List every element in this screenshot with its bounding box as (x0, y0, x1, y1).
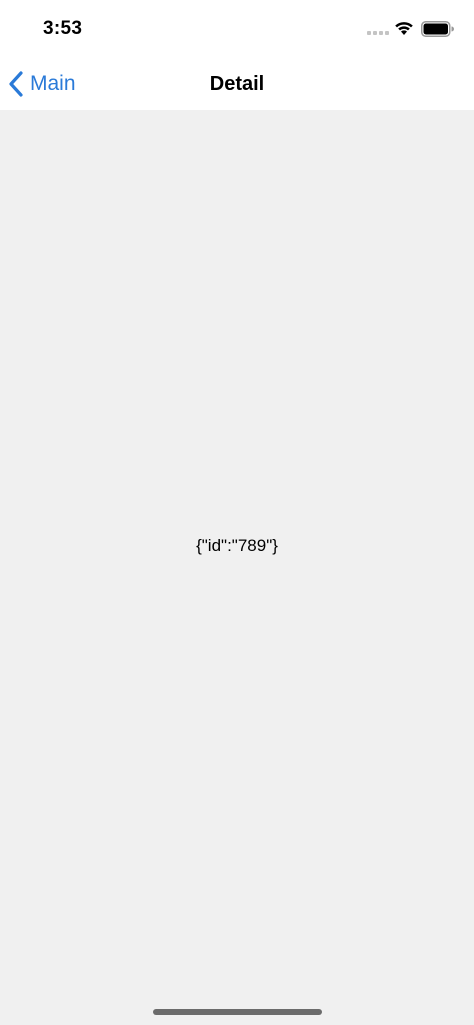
signal-icon (367, 31, 389, 35)
chevron-left-icon (9, 71, 23, 97)
navigation-bar: Detail Main (0, 58, 474, 110)
back-button[interactable]: Main (8, 68, 76, 100)
back-button-label: Main (30, 72, 76, 95)
detail-content: {"id":"789"} (0, 110, 474, 1025)
json-text: {"id":"789"} (196, 536, 278, 555)
status-bar: 3:53 (0, 0, 474, 58)
status-time: 3:53 (43, 18, 83, 39)
battery-icon (421, 21, 454, 37)
wifi-icon (395, 22, 413, 35)
home-indicator[interactable] (153, 1009, 322, 1015)
